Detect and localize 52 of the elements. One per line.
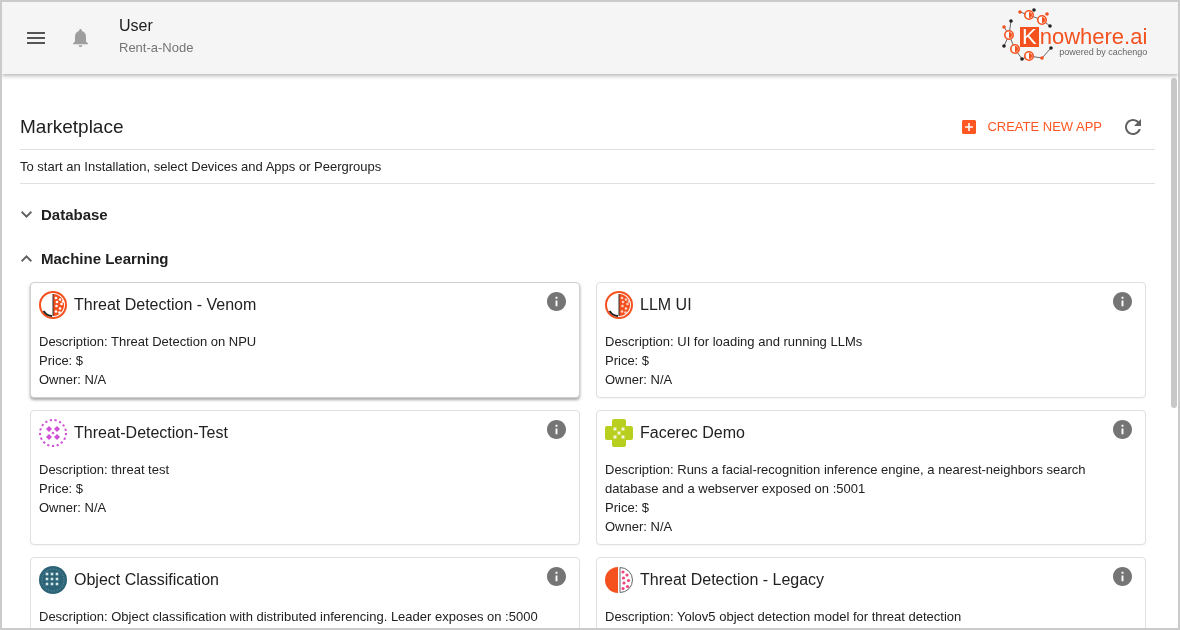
half-brain-icon	[605, 566, 633, 594]
info-icon[interactable]	[547, 292, 566, 311]
category-toggle[interactable]: Database	[20, 194, 108, 234]
brain-circle-icon	[605, 291, 633, 319]
app-owner: Owner: N/A	[605, 518, 674, 536]
brain-circle-icon	[39, 291, 67, 319]
app-card[interactable]: LLM UI Description: UI for loading and running LLMs Price: $ Owner: N/A	[596, 282, 1146, 398]
app-description: Description: Threat Detection on NPU	[39, 333, 258, 351]
app-title: Threat Detection - Legacy	[640, 571, 825, 589]
app-card[interactable]: Facerec Demo Description: Runs a facial-recognition inference engine, a nearest-neighbors search database and a webserver exposed on :5001 Price: $ Owner: N/A	[596, 410, 1146, 545]
app-description: Description: threat test	[39, 461, 171, 479]
info-icon[interactable]	[1113, 567, 1132, 586]
logo-tagline: powered by cachengo	[1059, 47, 1148, 57]
app-card[interactable]: Threat Detection - Legacy Description: Yolov5 object detection model for threat detection	[596, 557, 1146, 628]
info-icon[interactable]	[1113, 420, 1132, 439]
dotted-circle-icon	[39, 419, 67, 447]
app-title: Facerec Demo	[640, 424, 745, 442]
category-toggle[interactable]: Machine Learning	[20, 238, 169, 278]
scrollbar-thumb[interactable]	[1171, 78, 1177, 408]
app-price: Price: $	[39, 480, 85, 498]
menu-icon[interactable]	[27, 32, 45, 44]
app-price: Price: $	[39, 352, 85, 370]
app-description: Description: Object classification with distributed inferencing. Leader exposes on :5000	[39, 608, 539, 626]
user-subtitle: Rent-a-Node	[119, 39, 194, 57]
app-title: Threat-Detection-Test	[74, 424, 228, 442]
user-name: User	[119, 16, 153, 36]
app-card[interactable]: Threat Detection - Venom Description: Threat Detection on NPU Price: $ Owner: N/A	[30, 282, 580, 398]
add-box-icon	[962, 119, 977, 134]
app-price: Price: $	[605, 499, 651, 517]
bell-icon[interactable]	[73, 29, 88, 47]
logo-letter: K	[1020, 27, 1039, 47]
app-card[interactable]: Object Classification Description: Object classification with distributed inferencing. Leader exposes on :5000	[30, 557, 580, 628]
app-title: LLM UI	[640, 296, 692, 314]
app-description: Description: Runs a facial-recognition inference engine, a nearest-neighbors search database and a webserver exposed on :5001	[605, 461, 1087, 498]
app-title: Threat Detection - Venom	[74, 296, 257, 314]
page-title: Marketplace	[20, 115, 124, 138]
refresh-icon[interactable]	[1125, 118, 1141, 135]
app-description: Description: UI for loading and running LLMs	[605, 333, 864, 351]
app-owner: Owner: N/A	[39, 371, 108, 389]
app-description: Description: Yolov5 object detection model for threat detection	[605, 608, 963, 626]
info-icon[interactable]	[1113, 292, 1132, 311]
app-owner: Owner: N/A	[605, 371, 674, 389]
app-title: Object Classification	[74, 571, 219, 589]
info-icon[interactable]	[547, 420, 566, 439]
instruction-text: To start an Installation, select Devices and Apps or Peergroups	[20, 159, 382, 174]
app-price: Price: $	[605, 352, 651, 370]
app-card[interactable]: Threat-Detection-Test Description: threat test Price: $ Owner: N/A	[30, 410, 580, 545]
patterned-circle-icon	[39, 566, 67, 594]
logo-wordmark: nowhere.ai	[1039, 27, 1148, 47]
info-icon[interactable]	[547, 567, 566, 586]
app-owner: Owner: N/A	[39, 499, 108, 517]
rounded-cross-icon	[605, 419, 633, 447]
